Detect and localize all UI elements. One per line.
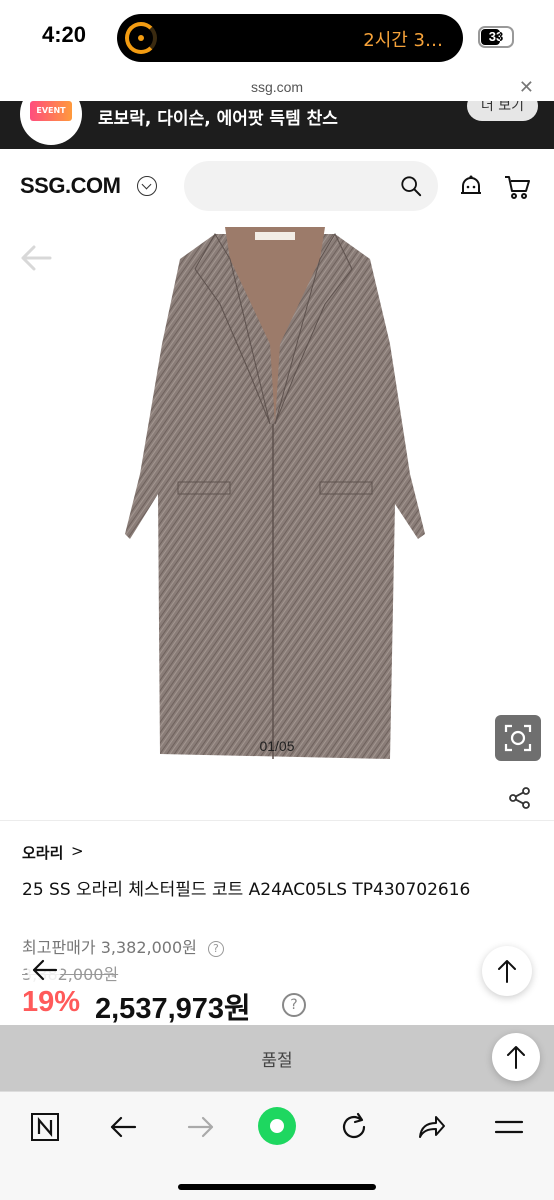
close-icon[interactable]: ✕: [519, 77, 534, 98]
naver-icon[interactable]: [28, 1110, 62, 1144]
back-icon[interactable]: [106, 1110, 140, 1144]
chevron-down-icon[interactable]: [137, 176, 157, 196]
battery-icon: 33: [478, 26, 514, 48]
max-price-value: 3,382,000원: [100, 938, 197, 957]
search-icon[interactable]: [400, 175, 422, 197]
forward-icon[interactable]: [184, 1110, 218, 1144]
url-bar[interactable]: ssg.com ✕: [0, 75, 554, 101]
status-bar: 4:20 2시간 3… 33: [0, 0, 554, 75]
battery-level: 33: [488, 29, 504, 44]
event-banner[interactable]: EVENT 로보락, 다이슨, 에어팟 득템 찬스 더 보기: [0, 101, 554, 149]
product-gallery[interactable]: 01/05: [0, 224, 554, 814]
search-input[interactable]: [184, 161, 438, 211]
info-icon[interactable]: ?: [207, 941, 224, 957]
back-arrow-icon[interactable]: [20, 244, 52, 272]
soldout-label: 품절: [261, 1051, 293, 1071]
share-icon[interactable]: [508, 786, 532, 810]
banner-more-button[interactable]: 더 보기: [466, 101, 538, 121]
price-info-icon[interactable]: ?: [282, 993, 306, 1017]
arrow-up-icon: [498, 960, 516, 983]
discount-rate: 19%: [22, 986, 81, 1018]
arrow-up-icon: [507, 1046, 525, 1069]
refresh-icon[interactable]: [337, 1110, 371, 1144]
divider: [0, 820, 554, 821]
product-title: 25 SS 오라리 체스터필드 코트 A24AC05LS TP430702616: [22, 880, 471, 900]
sale-price: 2,537,973원: [95, 993, 251, 1025]
cart-icon[interactable]: [503, 174, 531, 200]
ssg-logo[interactable]: SSG.COM: [20, 173, 121, 199]
banner-text[interactable]: 로보락, 다이슨, 에어팟 득템 찬스: [98, 104, 338, 129]
soldout-bar[interactable]: 품절: [0, 1025, 554, 1091]
green-dot-icon[interactable]: [257, 1106, 297, 1146]
menu-icon[interactable]: [492, 1110, 526, 1144]
event-tag: EVENT: [30, 101, 72, 121]
timer-icon: [125, 22, 157, 54]
site-header: SSG.COM: [0, 149, 554, 224]
bell-icon[interactable]: [458, 174, 484, 200]
product-image: [125, 227, 425, 759]
live-activity-text: 2시간 3…: [363, 30, 443, 51]
scroll-top-button[interactable]: [482, 946, 532, 996]
image-page-indicator: 01/05: [259, 738, 295, 754]
dynamic-island[interactable]: 2시간 3…: [117, 14, 463, 62]
scroll-top-button-2[interactable]: [492, 1033, 540, 1081]
url-text[interactable]: ssg.com: [0, 79, 554, 95]
share-toolbar-icon[interactable]: [414, 1110, 448, 1144]
brand-link[interactable]: 오라리: [22, 842, 63, 863]
chevron-right-icon[interactable]: >: [71, 842, 84, 860]
back-float-icon[interactable]: [22, 952, 66, 988]
home-indicator: [178, 1184, 376, 1190]
event-badge: EVENT: [20, 101, 82, 145]
status-time: 4:20: [42, 22, 87, 47]
lens-search-icon[interactable]: [495, 715, 541, 761]
